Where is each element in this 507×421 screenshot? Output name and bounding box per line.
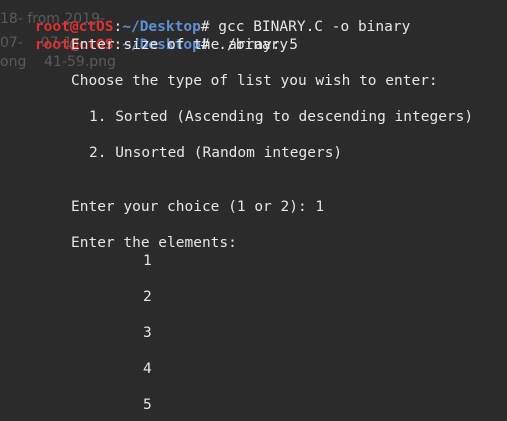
element-value: 3: [143, 325, 152, 341]
output-option-sorted: 1. Sorted (Ascending to descending integ…: [89, 109, 474, 125]
element-value: 2: [143, 289, 152, 305]
element-value: 1: [143, 253, 152, 269]
output-choose-type: Choose the type of list you wish to ente…: [71, 73, 438, 89]
output-elements-prompt: Enter the elements:: [71, 235, 237, 251]
terminal-window[interactable]: 18- from 2019- 07- 07-1 ong 41-59.png ro…: [0, 0, 507, 421]
element-value: 5: [143, 397, 152, 413]
element-value: 4: [143, 361, 152, 377]
output-choice-prompt: Enter your choice (1 or 2): 1: [71, 199, 325, 215]
output-option-unsorted: 2. Unsorted (Random integers): [89, 145, 343, 161]
output-size-prompt: Enter size of the array: 5: [71, 37, 298, 53]
